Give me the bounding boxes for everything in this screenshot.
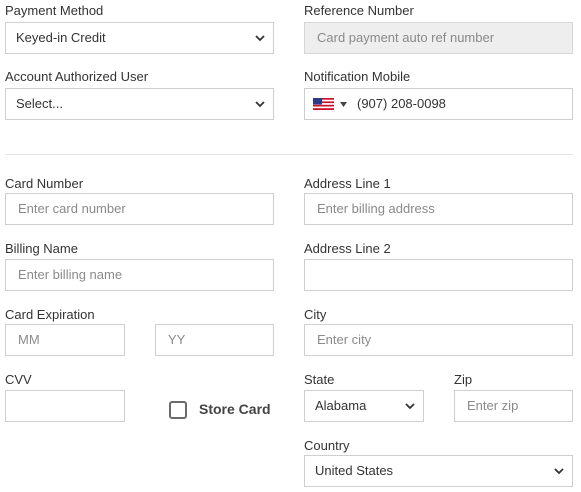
authorized-user-value: Select... bbox=[16, 96, 63, 111]
state-label: State bbox=[304, 372, 335, 387]
section-divider bbox=[5, 154, 573, 155]
card-number-label: Card Number bbox=[5, 176, 84, 191]
payment-method-value: Keyed-in Credit bbox=[16, 30, 106, 45]
reference-number-field: Card payment auto ref number bbox=[304, 22, 573, 54]
zip-placeholder: Enter zip bbox=[467, 398, 519, 413]
notification-mobile-value: (907) 208-0098 bbox=[357, 96, 446, 111]
zip-label: Zip bbox=[454, 372, 473, 387]
country-label: Country bbox=[304, 438, 350, 453]
state-value: Alabama bbox=[315, 398, 367, 413]
address-line-1-input[interactable]: Enter billing address bbox=[304, 193, 573, 225]
payment-method-label: Payment Method bbox=[5, 3, 104, 18]
country-value: United States bbox=[315, 463, 394, 478]
chevron-down-icon bbox=[554, 468, 564, 475]
city-placeholder: Enter city bbox=[317, 332, 372, 347]
card-number-placeholder: Enter card number bbox=[18, 201, 126, 216]
cvv-label: CVV bbox=[5, 372, 32, 387]
country-select[interactable]: United States bbox=[304, 455, 573, 487]
chevron-down-icon bbox=[405, 403, 415, 410]
billing-name-placeholder: Enter billing name bbox=[18, 267, 123, 282]
authorized-user-select[interactable]: Select... bbox=[5, 88, 274, 120]
address-line-2-label: Address Line 2 bbox=[304, 241, 391, 256]
store-card-label[interactable]: Store Card bbox=[199, 401, 271, 417]
authorized-user-label: Account Authorized User bbox=[5, 69, 149, 84]
expiration-year-input[interactable]: YY bbox=[155, 324, 274, 356]
card-expiration-label: Card Expiration bbox=[5, 307, 95, 322]
expiration-month-input[interactable]: MM bbox=[5, 324, 125, 356]
city-input[interactable]: Enter city bbox=[304, 324, 573, 356]
us-flag-icon[interactable] bbox=[313, 98, 334, 110]
notification-mobile-field[interactable]: (907) 208-0098 bbox=[304, 88, 573, 120]
billing-name-input[interactable]: Enter billing name bbox=[5, 259, 274, 291]
chevron-down-icon bbox=[255, 101, 265, 108]
notification-mobile-label: Notification Mobile bbox=[304, 69, 411, 84]
state-select[interactable]: Alabama bbox=[304, 390, 424, 422]
reference-number-placeholder: Card payment auto ref number bbox=[317, 30, 495, 45]
expiration-month-placeholder: MM bbox=[18, 332, 40, 347]
card-number-input[interactable]: Enter card number bbox=[5, 193, 274, 225]
zip-input[interactable]: Enter zip bbox=[454, 390, 573, 422]
address-line-2-input[interactable] bbox=[304, 259, 573, 291]
city-label: City bbox=[304, 307, 327, 322]
store-card-checkbox[interactable] bbox=[169, 401, 187, 419]
chevron-down-icon bbox=[255, 35, 265, 42]
expiration-year-placeholder: YY bbox=[168, 332, 186, 347]
address-line-1-label: Address Line 1 bbox=[304, 176, 391, 191]
reference-number-label: Reference Number bbox=[304, 3, 414, 18]
cvv-input[interactable] bbox=[5, 390, 125, 422]
address-line-1-placeholder: Enter billing address bbox=[317, 201, 435, 216]
caret-down-icon[interactable] bbox=[340, 102, 347, 107]
payment-method-select[interactable]: Keyed-in Credit bbox=[5, 22, 274, 54]
billing-name-label: Billing Name bbox=[5, 241, 78, 256]
